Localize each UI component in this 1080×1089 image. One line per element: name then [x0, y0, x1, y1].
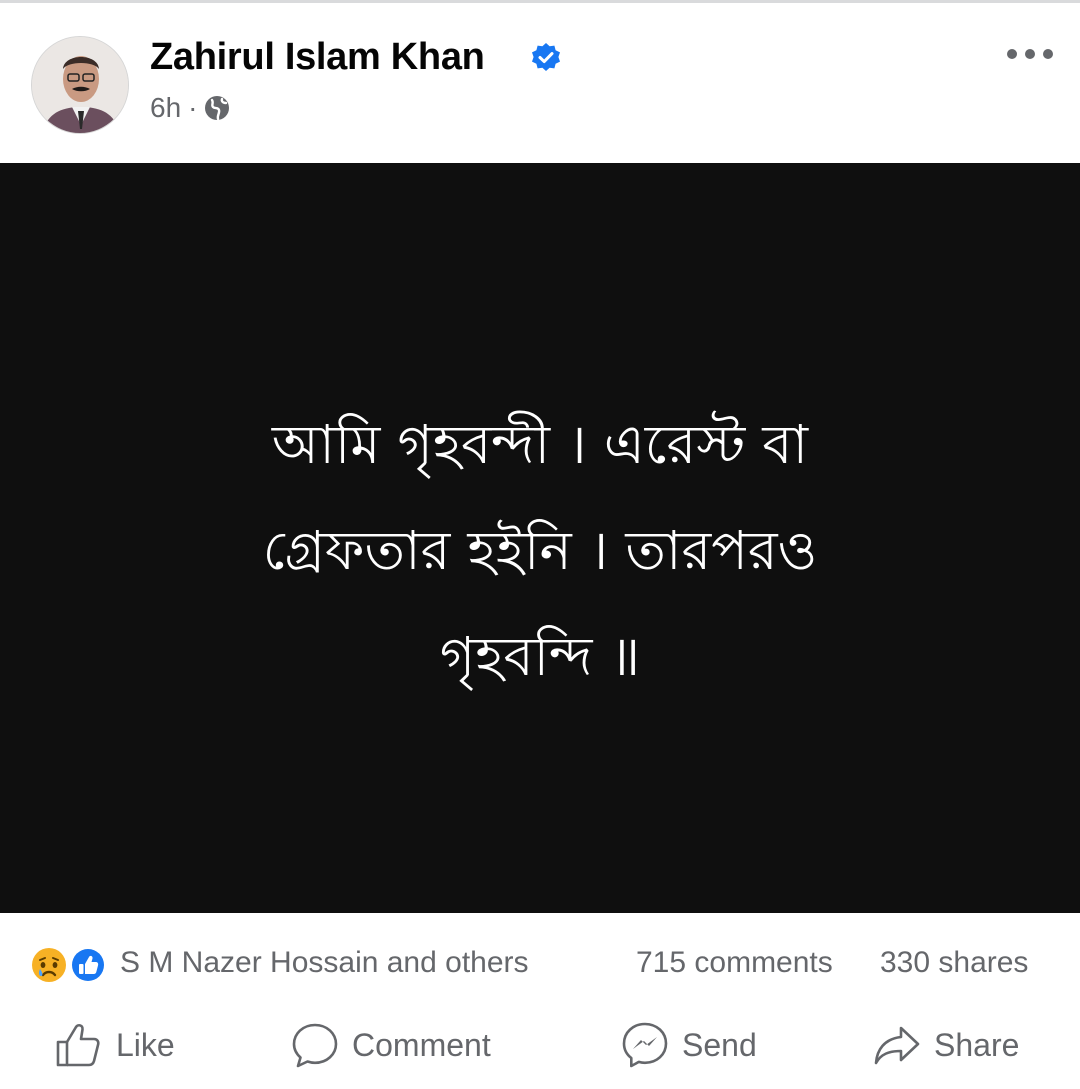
- reactions-bar: S M Nazer Hossain and others 715 comment…: [0, 938, 1080, 990]
- post-text-line: গৃহবন্দি ॥: [439, 625, 641, 688]
- post-text-line: গ্রেফতার হইনি । তারপরও: [262, 519, 818, 582]
- post-header: Zahirul Islam Khan 6h ·: [0, 3, 1080, 163]
- author-avatar[interactable]: [31, 36, 129, 134]
- like-button[interactable]: Like: [54, 1020, 175, 1070]
- share-arrow-icon: [874, 1026, 920, 1065]
- avatar-portrait: [32, 37, 128, 133]
- comments-count[interactable]: 715 comments: [636, 946, 833, 980]
- send-label: Send: [682, 1026, 757, 1063]
- shares-count[interactable]: 330 shares: [880, 946, 1028, 980]
- meta-separator: ·: [188, 92, 198, 123]
- verified-badge-icon: [532, 43, 560, 71]
- comment-button[interactable]: Comment: [290, 1020, 491, 1070]
- post-time[interactable]: 6h: [150, 92, 181, 124]
- comment-label: Comment: [352, 1026, 491, 1063]
- like-label: Like: [116, 1026, 175, 1063]
- thumbs-up-icon: [56, 1023, 100, 1067]
- more-options-icon[interactable]: [1000, 35, 1060, 73]
- post-meta: 6h ·: [150, 91, 231, 125]
- messenger-icon: [622, 1022, 668, 1068]
- author-name[interactable]: Zahirul Islam Khan: [150, 36, 485, 79]
- send-button[interactable]: Send: [620, 1020, 757, 1070]
- post-actions: Like Comment Send Share: [0, 1010, 1080, 1080]
- comment-bubble-icon: [292, 1023, 338, 1068]
- reactions-summary[interactable]: S M Nazer Hossain and others: [120, 946, 529, 980]
- globe-icon: [205, 96, 230, 121]
- reaction-icons[interactable]: [30, 946, 112, 984]
- post-image-text: আমি গৃহবন্দী । এরেস্ট বা গ্রেফতার হইনি ।…: [0, 392, 1080, 710]
- share-button[interactable]: Share: [872, 1020, 1019, 1070]
- sad-reaction-icon: [32, 948, 66, 982]
- post-text-line: আমি গৃহবন্দী । এরেস্ট বা: [271, 413, 809, 476]
- like-reaction-icon: [70, 947, 106, 983]
- share-label: Share: [934, 1026, 1020, 1063]
